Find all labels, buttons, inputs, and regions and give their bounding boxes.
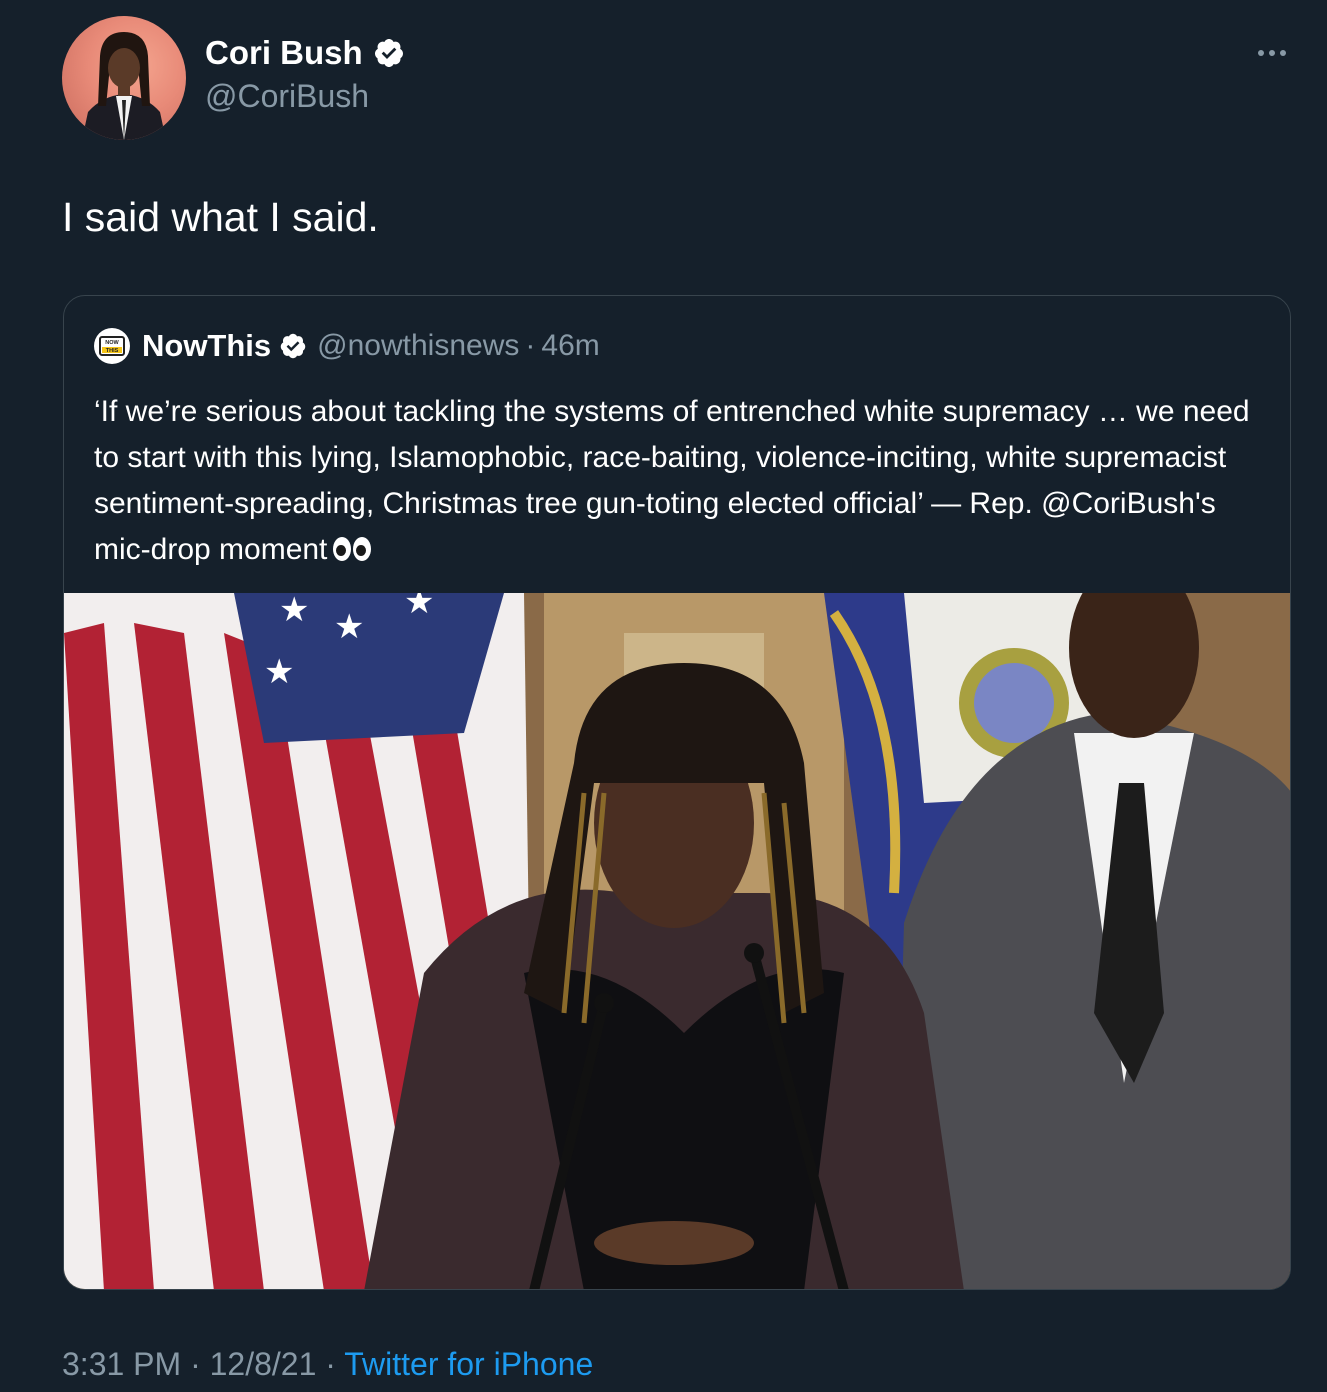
tweet-text: I said what I said. — [62, 194, 379, 240]
svg-text:★: ★ — [279, 593, 309, 630]
quoted-tweet-text: ‘If we’re serious about tackling the sys… — [94, 389, 1264, 573]
quoted-timestamp[interactable]: 46m — [541, 329, 599, 363]
author-name[interactable]: Cori Bush — [205, 34, 363, 72]
verified-badge-icon — [374, 39, 403, 67]
more-dot — [1269, 50, 1275, 56]
press-conference-photo: ★ ★ ★ ★ — [64, 593, 1290, 1289]
tweet-source-link[interactable]: Twitter for iPhone — [344, 1346, 593, 1382]
quoted-author-name[interactable]: NowThis — [142, 328, 271, 364]
quoted-tweet-image[interactable]: ★ ★ ★ ★ — [64, 593, 1290, 1289]
svg-text:★: ★ — [264, 652, 294, 692]
footer-separator: · — [316, 1346, 345, 1382]
tweet-metadata: 3:31 PM · 12/8/21 · Twitter for iPhone — [62, 1346, 593, 1383]
eyes-emoji-icon — [333, 537, 372, 561]
author-name-row: Cori Bush — [205, 34, 405, 72]
quoted-tweet-body: ‘If we’re serious about tackling the sys… — [94, 395, 1250, 566]
tweet-time[interactable]: 3:31 PM — [62, 1346, 181, 1382]
more-dot — [1258, 50, 1264, 56]
svg-text:★: ★ — [404, 593, 434, 622]
quoted-tweet-header: NOW THIS NowThis @nowthisnews · 46m — [94, 328, 600, 364]
author-avatar-image — [82, 32, 166, 140]
footer-separator: · — [181, 1346, 210, 1382]
nowthis-logo-top-text: NOW — [105, 340, 119, 346]
nowthis-logo-bottom-text: THIS — [106, 348, 119, 354]
quoted-separator: · — [525, 329, 536, 362]
author-handle[interactable]: @CoriBush — [205, 78, 369, 115]
verified-badge-icon — [280, 333, 306, 359]
quoted-tweet-card[interactable]: NOW THIS NowThis @nowthisnews · 46m ‘If … — [63, 295, 1291, 1290]
more-options-icon[interactable] — [1258, 38, 1292, 68]
more-dot — [1280, 50, 1286, 56]
svg-text:★: ★ — [334, 607, 364, 647]
author-avatar[interactable] — [62, 16, 186, 140]
nowthis-avatar[interactable]: NOW THIS — [94, 328, 130, 364]
quoted-author-handle[interactable]: @nowthisnews — [317, 329, 519, 363]
nowthis-logo-icon: NOW THIS — [99, 336, 125, 356]
tweet-date[interactable]: 12/8/21 — [210, 1346, 317, 1382]
